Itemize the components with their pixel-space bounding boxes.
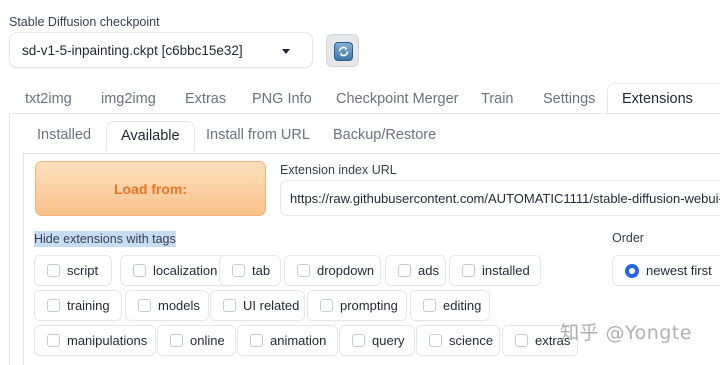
tag-label: online bbox=[190, 333, 225, 348]
tag-checkbox-tab[interactable]: tab bbox=[219, 255, 281, 286]
checkbox-icon bbox=[47, 334, 60, 347]
checkbox-icon bbox=[297, 264, 310, 277]
tag-checkbox-online[interactable]: online bbox=[157, 325, 236, 356]
checkbox-icon bbox=[47, 264, 60, 277]
load-from-button[interactable]: Load from: bbox=[35, 161, 266, 216]
tab-train[interactable]: Train bbox=[481, 84, 514, 114]
tag-label: installed bbox=[482, 263, 530, 278]
checkbox-icon bbox=[429, 334, 442, 347]
tag-checkbox-script[interactable]: script bbox=[34, 255, 112, 286]
refresh-icon bbox=[334, 42, 353, 61]
tag-label: tab bbox=[252, 263, 271, 278]
tag-label: dropdown bbox=[317, 263, 375, 278]
hide-tags-label: Hide extensions with tags bbox=[34, 231, 176, 247]
checkbox-icon bbox=[250, 334, 263, 347]
tab-backup-restore[interactable]: Backup/Restore bbox=[333, 127, 436, 143]
checkpoint-value: sd-v1-5-inpainting.ckpt [c6bbc15e32] bbox=[22, 43, 243, 58]
tag-checkbox-manipulations[interactable]: manipulations bbox=[34, 325, 156, 356]
order-label: Order bbox=[612, 231, 644, 245]
checkbox-icon bbox=[398, 264, 411, 277]
checkbox-icon bbox=[138, 299, 151, 312]
tag-checkbox-ui-related[interactable]: UI related bbox=[210, 290, 305, 321]
checkpoint-label: Stable Diffusion checkpoint bbox=[9, 15, 160, 29]
tag-checkbox-science[interactable]: science bbox=[416, 325, 500, 356]
tag-checkbox-models[interactable]: models bbox=[125, 290, 209, 321]
tag-label: manipulations bbox=[67, 333, 148, 348]
main-tab-bar: txt2img img2img Extras PNG Info Checkpoi… bbox=[9, 83, 720, 115]
checkbox-icon bbox=[515, 334, 528, 347]
tab-available[interactable]: Available bbox=[106, 121, 195, 151]
tag-label: editing bbox=[443, 298, 482, 313]
tag-label: prompting bbox=[340, 298, 398, 313]
tab-settings[interactable]: Settings bbox=[543, 84, 595, 114]
tab-checkpoint-merger[interactable]: Checkpoint Merger bbox=[336, 84, 459, 114]
checkbox-icon bbox=[320, 299, 333, 312]
tag-label: training bbox=[67, 298, 110, 313]
extension-index-label: Extension index URL bbox=[280, 163, 397, 177]
tag-checkbox-query[interactable]: query bbox=[339, 325, 415, 356]
sub-tab-bar: Installed Available Install from URL Bac… bbox=[10, 121, 720, 153]
tag-label: query bbox=[372, 333, 405, 348]
tag-checkbox-installed[interactable]: installed bbox=[449, 255, 541, 286]
tab-install-from-url[interactable]: Install from URL bbox=[206, 127, 310, 143]
tab-img2img[interactable]: img2img bbox=[101, 84, 156, 114]
tab-extras[interactable]: Extras bbox=[185, 84, 226, 114]
checkbox-icon bbox=[223, 299, 236, 312]
tag-checkbox-localization[interactable]: localization bbox=[120, 255, 235, 286]
tag-checkbox-editing[interactable]: editing bbox=[410, 290, 490, 321]
checkbox-icon bbox=[232, 264, 245, 277]
watermark: 知乎 @Yongte bbox=[560, 322, 692, 344]
checkbox-icon bbox=[423, 299, 436, 312]
tag-checkbox-animation[interactable]: animation bbox=[237, 325, 338, 356]
checkpoint-dropdown[interactable]: sd-v1-5-inpainting.ckpt [c6bbc15e32] bbox=[9, 32, 313, 68]
tag-label: localization bbox=[153, 263, 218, 278]
checkbox-icon bbox=[170, 334, 183, 347]
tab-png-info[interactable]: PNG Info bbox=[252, 84, 312, 114]
tag-label: UI related bbox=[243, 298, 300, 313]
checkbox-icon bbox=[462, 264, 475, 277]
tag-label: models bbox=[158, 298, 200, 313]
tag-label: script bbox=[67, 263, 99, 278]
chevron-down-icon bbox=[282, 49, 290, 54]
tag-checkbox-ads[interactable]: ads bbox=[385, 255, 446, 286]
checkbox-icon bbox=[133, 264, 146, 277]
extension-index-url-input[interactable]: https://raw.githubusercontent.com/AUTOMA… bbox=[280, 180, 720, 216]
order-radio-newest-first[interactable]: newest first bbox=[612, 255, 720, 286]
tag-label: ads bbox=[418, 263, 439, 278]
radio-selected-icon bbox=[625, 264, 639, 278]
tag-label: animation bbox=[270, 333, 327, 348]
order-option-label: newest first bbox=[646, 263, 712, 278]
tag-checkbox-training[interactable]: training bbox=[34, 290, 122, 321]
tab-extensions[interactable]: Extensions bbox=[607, 83, 720, 115]
refresh-checkpoint-button[interactable] bbox=[326, 34, 359, 67]
tag-label: science bbox=[449, 333, 494, 348]
tag-checkbox-prompting[interactable]: prompting bbox=[307, 290, 407, 321]
tag-checkbox-dropdown[interactable]: dropdown bbox=[284, 255, 381, 286]
tab-installed[interactable]: Installed bbox=[37, 127, 91, 143]
checkbox-icon bbox=[352, 334, 365, 347]
checkbox-icon bbox=[47, 299, 60, 312]
tab-txt2img[interactable]: txt2img bbox=[25, 84, 72, 114]
